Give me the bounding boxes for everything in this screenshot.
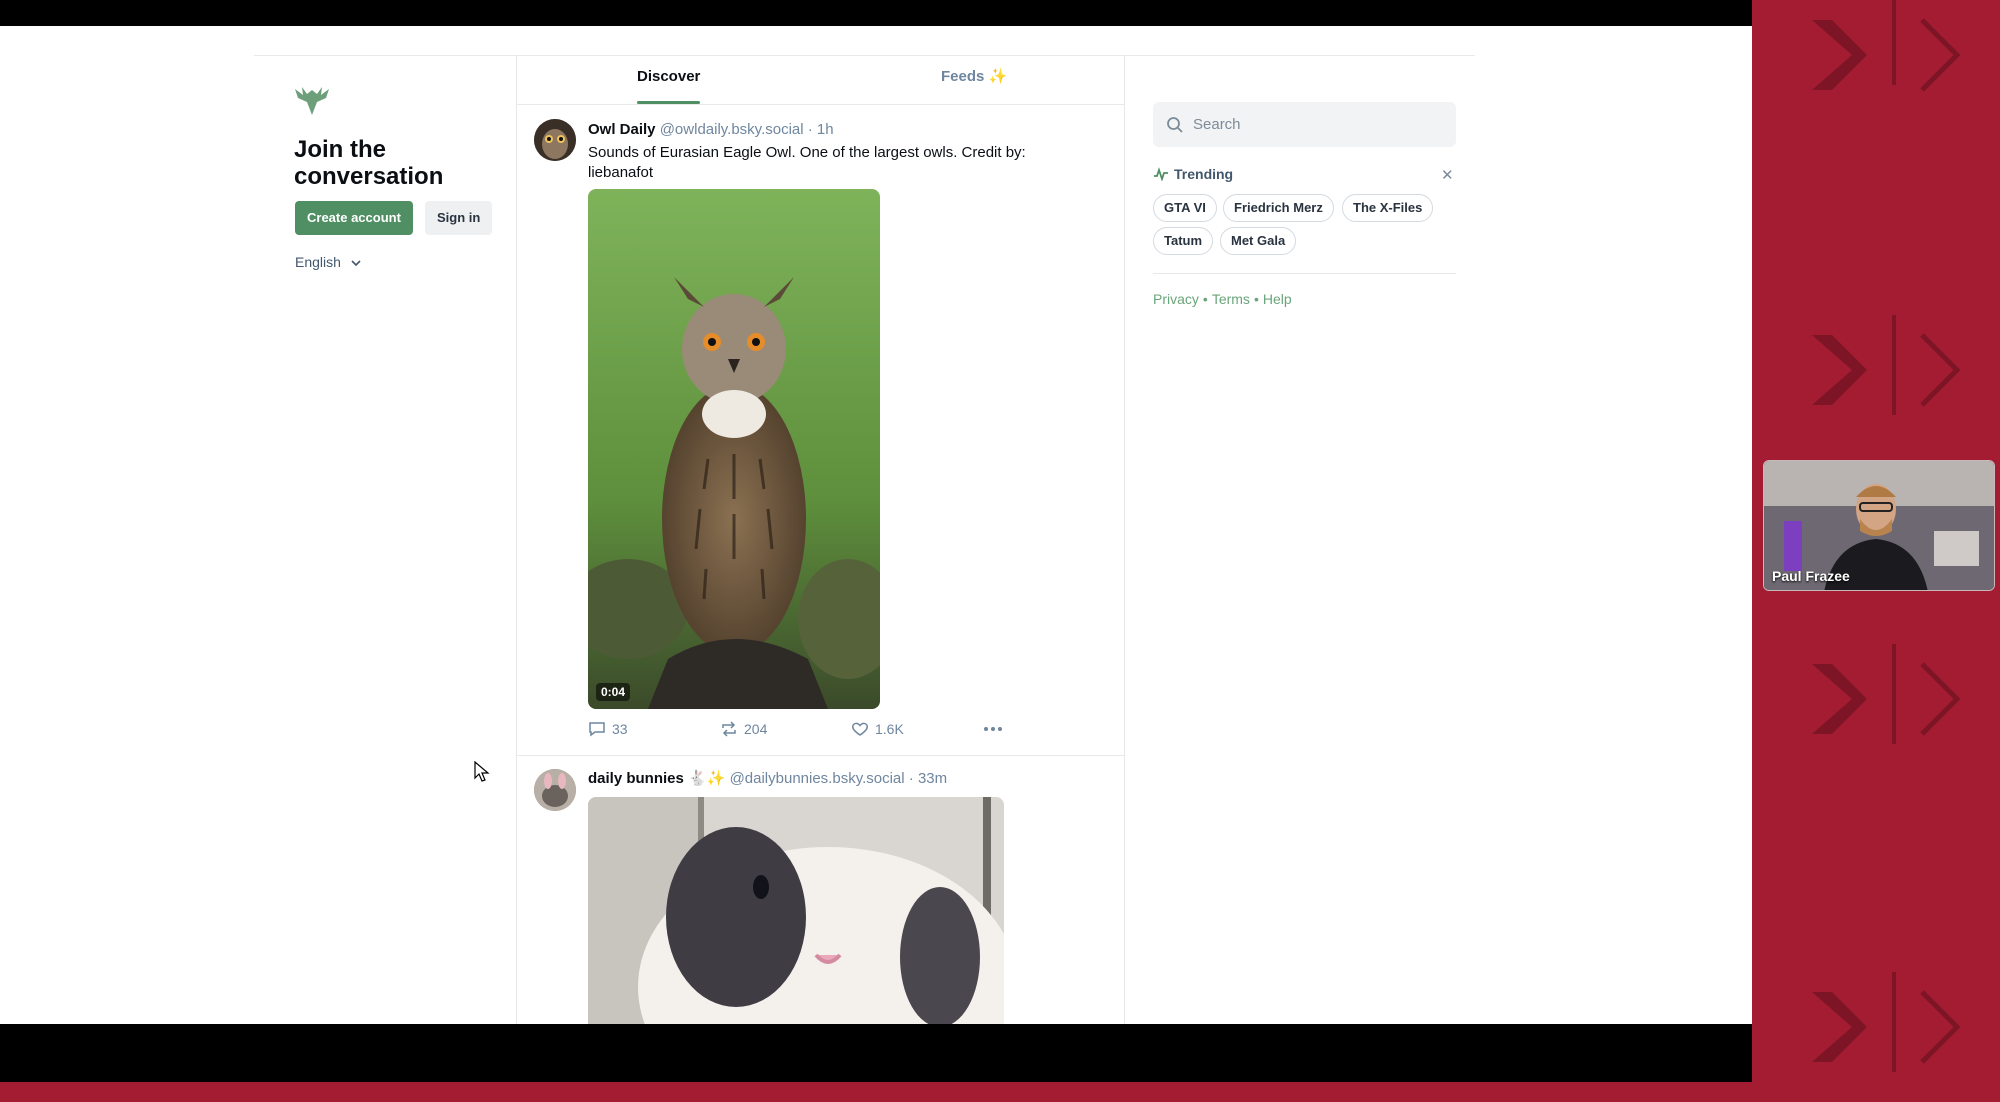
letterbox-top [0,0,1752,26]
language-select[interactable]: English [295,254,362,270]
create-account-button[interactable]: Create account [295,201,413,235]
video-player[interactable]: 0:04 [588,189,880,709]
avatar[interactable] [534,769,576,811]
tab-feeds[interactable]: Feeds ✨ [941,56,1007,105]
feed-post[interactable]: daily bunnies 🐇✨ @dailybunnies.bsky.soci… [517,756,1125,1024]
trending-chip[interactable]: The X-Files [1342,194,1434,222]
footer-links: Privacy • Terms • Help [1153,291,1292,307]
separator-dot: • [1253,291,1259,307]
terms-link[interactable]: Terms [1212,291,1250,307]
feed-column: Discover Feeds ✨ Owl Daily @owldaily.bsk… [517,56,1125,1024]
author-name-emoji: 🐇✨ [688,770,726,787]
join-heading: Join the conversation [294,136,444,190]
chevron-decoration-icon [1812,972,1961,1072]
post-header: Owl Daily @owldaily.bsky.social · 1h [588,121,834,138]
more-options-icon [984,727,1002,731]
owl-video-thumbnail [588,189,880,709]
heart-icon [852,722,868,736]
reply-button[interactable]: 33 [588,721,628,737]
trending-icon [1154,167,1168,181]
repost-icon [722,721,736,737]
browser-screen: Join the conversation Create account Sig… [0,26,1752,1024]
help-link[interactable]: Help [1263,291,1292,307]
author-name[interactable]: Owl Daily [588,121,656,138]
post-text: Sounds of Eurasian Eagle Owl. One of the… [588,144,1026,181]
video-duration: 0:04 [596,683,631,701]
reply-count: 33 [612,721,628,737]
trending-chip[interactable]: Tatum [1153,227,1214,255]
like-count: 1.6K [875,721,904,737]
background-strip [0,1082,1752,1102]
trending-chip[interactable]: Met Gala [1220,227,1297,255]
language-label: English [295,254,341,270]
bunny-photo [588,797,1004,1024]
app-logo-icon [295,87,329,115]
author-handle[interactable]: @owldaily.bsky.social [660,121,804,138]
left-sidebar: Join the conversation Create account Sig… [254,56,517,1024]
more-options-button[interactable] [983,721,1003,737]
repost-count: 204 [744,721,768,737]
post-actions: 33 204 1.6K [588,721,1008,741]
chevron-decoration-icon [1812,315,1961,415]
divider [1153,273,1456,274]
trending-chip[interactable]: GTA VI [1153,194,1217,222]
feed-post[interactable]: Owl Daily @owldaily.bsky.social · 1h Sou… [517,105,1125,755]
reply-icon [589,722,605,737]
privacy-link[interactable]: Privacy [1153,291,1199,307]
owl-avatar-icon [534,119,576,161]
chevron-down-icon [351,260,361,267]
webcam-overlay: Paul Frazee [1763,460,1995,591]
trending-header: Trending [1153,166,1233,182]
trending-chip[interactable]: Friedrich Merz [1223,194,1334,222]
like-button[interactable]: 1.6K [851,721,904,737]
mouse-cursor-icon [474,761,490,782]
right-sidebar: Trending ✕ GTA VI Friedrich Merz The X-F… [1125,56,1475,1024]
sign-in-button[interactable]: Sign in [425,201,493,235]
search-icon [1167,117,1183,133]
search-box[interactable] [1153,102,1456,147]
separator-dot: • [1202,291,1208,307]
chevron-decoration-icon [1812,0,1961,92]
author-name[interactable]: daily bunnies [588,770,684,787]
post-time: · 1h [807,121,834,138]
repost-button[interactable]: 204 [720,721,767,737]
post-time: · 33m [908,770,948,787]
close-icon[interactable]: ✕ [1441,166,1454,184]
author-handle[interactable]: @dailybunnies.bsky.social [730,770,905,787]
bunny-avatar-icon [534,769,576,811]
tab-discover[interactable]: Discover [637,56,701,105]
post-header: daily bunnies 🐇✨ @dailybunnies.bsky.soci… [588,769,947,787]
search-input[interactable] [1193,102,1443,147]
stage: Join the conversation Create account Sig… [0,0,2000,1102]
chevron-decoration-icon [1812,644,1961,744]
presenter-name: Paul Frazee [1772,568,1850,584]
avatar[interactable] [534,119,576,161]
post-image[interactable] [588,797,1004,1024]
trending-title: Trending [1174,166,1234,182]
feed-tabs: Discover Feeds ✨ [517,56,1125,105]
